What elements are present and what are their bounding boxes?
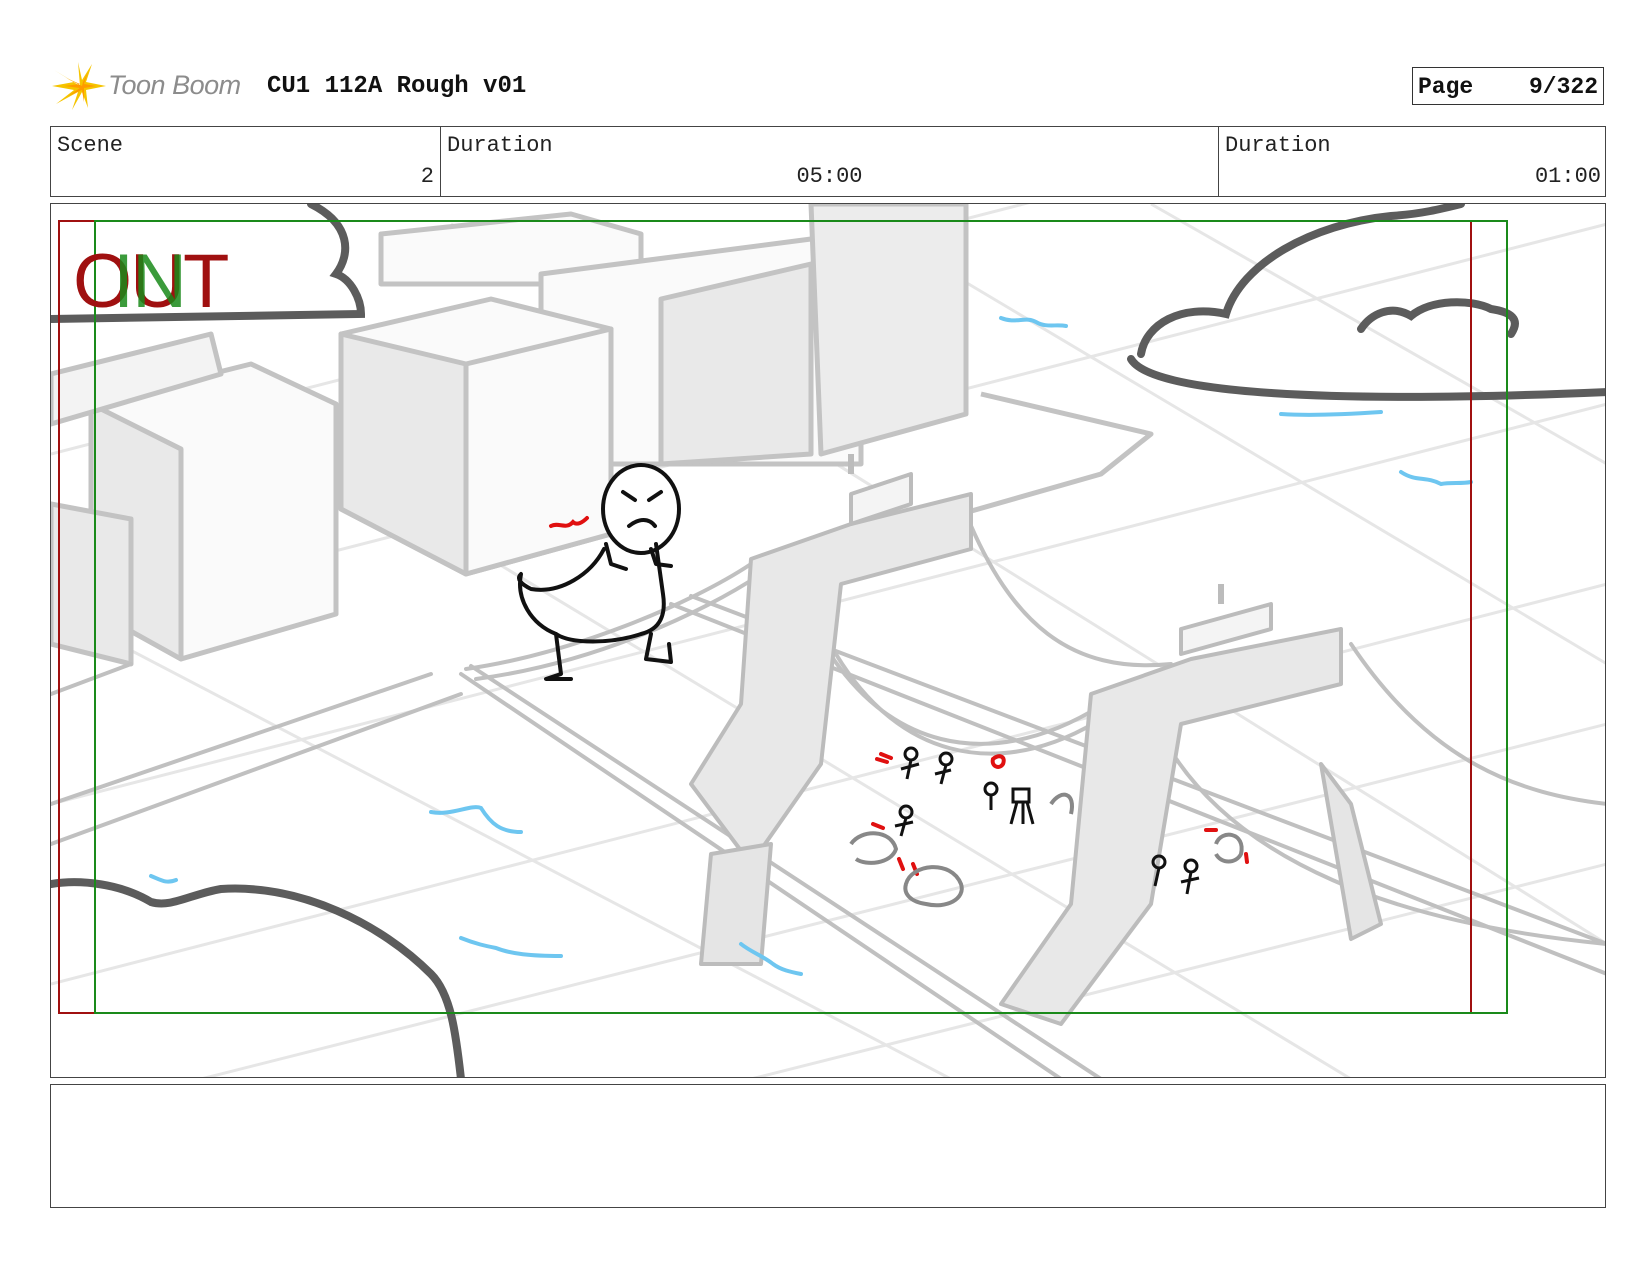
panel-notes-box[interactable] xyxy=(50,1084,1606,1208)
duration-value-2: 01:00 xyxy=(1534,164,1601,189)
scene-value: 2 xyxy=(420,164,434,189)
duration-value: 05:00 xyxy=(796,164,863,189)
scene-label: Scene xyxy=(57,133,124,158)
duration-label-2: Duration xyxy=(1225,133,1331,158)
document-title: CU1 112A Rough v01 xyxy=(267,73,527,100)
page-number: 9/322 xyxy=(1528,74,1598,100)
in-frame-label: IN xyxy=(113,239,187,324)
storyboard-panel: OUT IN xyxy=(50,203,1606,1078)
scene-cell: Scene 2 xyxy=(51,127,440,196)
panel-sketch xyxy=(51,204,1605,1077)
scene-duration-cell: Duration 01:00 xyxy=(1218,127,1607,196)
page-label: Page xyxy=(1418,74,1474,100)
panel-duration-cell: Duration 05:00 xyxy=(440,127,1218,196)
scene-info-row: Scene 2 Duration 05:00 Duration 01:00 xyxy=(50,126,1606,197)
logo-text: Toon Boom xyxy=(108,70,241,100)
starburst-icon xyxy=(52,62,106,110)
page-indicator: Page 9/322 xyxy=(1412,67,1604,105)
storyboard-header: Toon Boom CU1 112A Rough v01 Page 9/322 xyxy=(52,58,1608,114)
duration-label: Duration xyxy=(447,133,553,158)
toon-boom-logo: Toon Boom xyxy=(52,60,252,112)
